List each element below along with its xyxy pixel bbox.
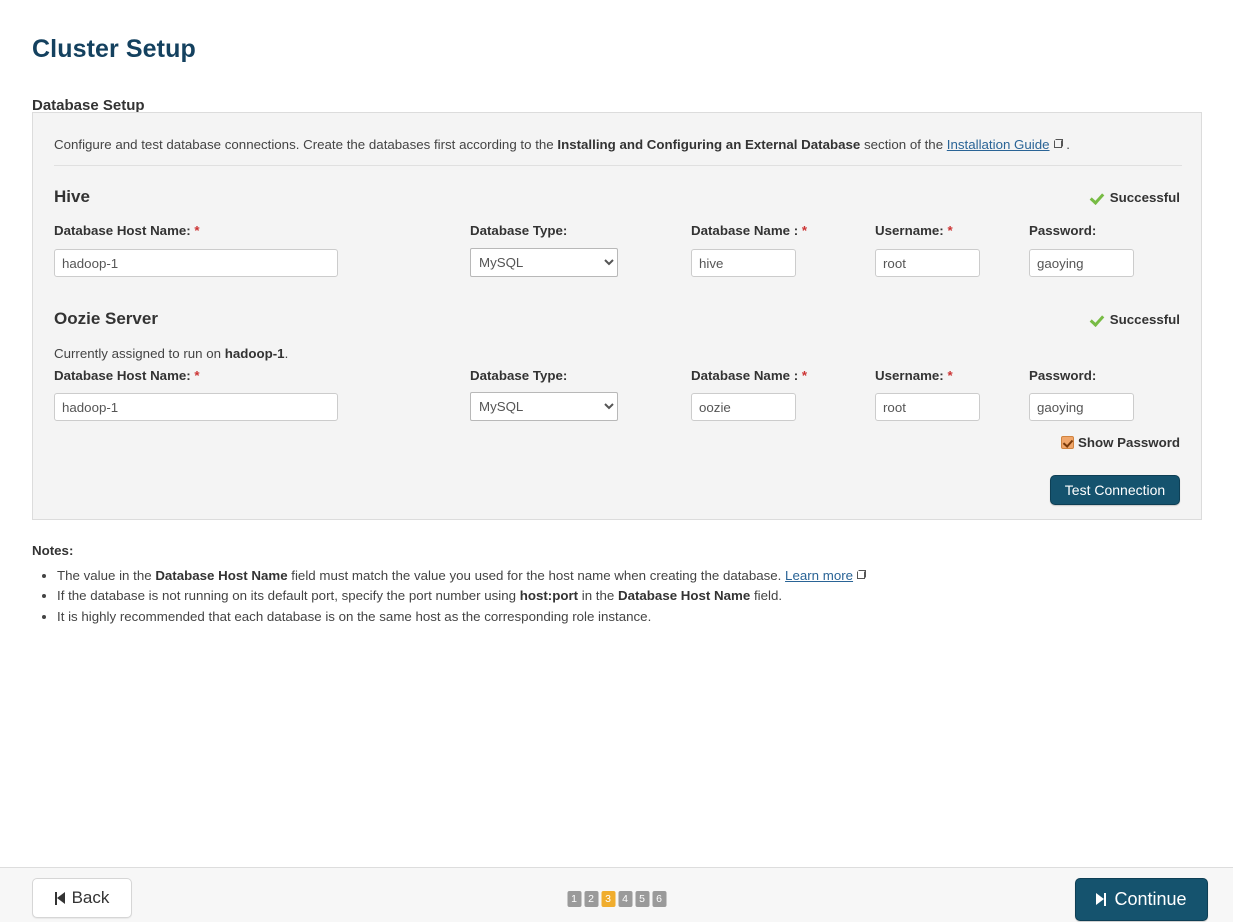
- label-dbname-oozie: Database Name : *: [691, 368, 807, 383]
- assigned-prefix: Currently assigned to run on: [54, 346, 225, 361]
- label-host-hive-text: Database Host Name:: [54, 223, 191, 238]
- service-name-hive: Hive: [54, 187, 90, 206]
- pager-step-4[interactable]: 4: [618, 891, 632, 907]
- continue-button[interactable]: Continue: [1075, 878, 1208, 921]
- label-dbname-hive-text: Database Name :: [691, 223, 799, 238]
- list-item: If the database is not running on its de…: [57, 586, 1132, 606]
- pager-step-5[interactable]: 5: [635, 891, 649, 907]
- username-input-hive[interactable]: [875, 249, 980, 277]
- green-check-icon: [1091, 312, 1105, 326]
- password-input-oozie[interactable]: [1029, 393, 1134, 421]
- assigned-suffix: .: [284, 346, 289, 361]
- list-item: It is highly recommended that each datab…: [57, 607, 1132, 627]
- service-name-oozie: Oozie Server: [54, 309, 158, 328]
- learn-more-link[interactable]: Learn more: [785, 568, 853, 583]
- required-marker: *: [194, 223, 200, 238]
- dbname-input-oozie[interactable]: [691, 393, 796, 421]
- status-label-hive: Successful: [1109, 190, 1180, 205]
- host-input-hive[interactable]: [54, 249, 338, 277]
- panel-divider: [54, 165, 1182, 166]
- label-host-oozie: Database Host Name: *: [54, 368, 200, 383]
- assigned-host-note: Currently assigned to run on hadoop-1.: [54, 346, 288, 361]
- back-button-label: Back: [71, 888, 110, 907]
- type-select-hive[interactable]: MySQL: [470, 248, 618, 277]
- note-1-a: The value in the: [57, 568, 156, 583]
- show-password-label: Show Password: [1078, 435, 1180, 450]
- note-2-b1: host:port: [519, 588, 579, 604]
- checkbox-checked-icon[interactable]: [1061, 436, 1075, 449]
- required-marker: *: [947, 223, 953, 238]
- pager-step-3[interactable]: 3: [601, 891, 615, 907]
- required-marker: *: [947, 368, 953, 383]
- label-type-hive: Database Type:: [470, 223, 568, 238]
- green-check-icon: [1091, 190, 1105, 204]
- label-username-oozie: Username: *: [875, 368, 953, 383]
- intro-text-middle: section of the: [860, 137, 947, 152]
- note-1-b1: Database Host Name: [155, 568, 288, 583]
- label-host-oozie-text: Database Host Name:: [54, 368, 191, 383]
- continue-button-label: Continue: [1114, 889, 1187, 909]
- assigned-host: hadoop-1: [224, 346, 285, 361]
- external-link-icon: [1053, 139, 1063, 148]
- required-marker: *: [801, 368, 808, 383]
- label-host-hive: Database Host Name: *: [54, 223, 200, 238]
- intro-text-before: Configure and test database connections.…: [54, 137, 558, 152]
- intro-bold-phrase: Installing and Configuring an External D…: [557, 137, 861, 152]
- label-type-oozie: Database Type:: [470, 368, 568, 383]
- external-link-icon: [857, 570, 867, 579]
- note-1-c: field must match the value you used for …: [287, 568, 786, 583]
- status-badge-oozie: Successful: [1091, 312, 1180, 327]
- skip-previous-icon: [54, 891, 65, 905]
- pager-step-1[interactable]: 1: [567, 891, 581, 907]
- label-password-oozie: Password:: [1029, 368, 1097, 383]
- status-badge-hive: Successful: [1091, 190, 1180, 205]
- note-3-a: It is highly recommended that each datab…: [57, 608, 652, 624]
- pager-step-2[interactable]: 2: [584, 891, 598, 907]
- wizard-step-pager: 1 2 3 4 5 6: [567, 891, 666, 907]
- show-password-toggle[interactable]: Show Password: [1061, 435, 1180, 450]
- label-dbname-oozie-text: Database Name :: [691, 368, 799, 383]
- required-marker: *: [801, 223, 808, 238]
- installation-guide-link[interactable]: Installation Guide: [947, 137, 1050, 152]
- status-label-oozie: Successful: [1109, 312, 1180, 327]
- note-2-a: If the database is not running on its de…: [57, 588, 520, 604]
- page-title: Cluster Setup: [32, 34, 196, 63]
- label-username-hive: Username: *: [875, 223, 953, 238]
- label-dbname-hive: Database Name : *: [691, 223, 807, 238]
- type-select-oozie[interactable]: MySQL: [470, 392, 618, 421]
- pager-step-6[interactable]: 6: [652, 891, 666, 907]
- footer-bar: Back 1 2 3 4 5 6 Continue: [0, 867, 1233, 922]
- panel-intro-text: Configure and test database connections.…: [54, 137, 1182, 153]
- test-connection-button[interactable]: Test Connection: [1050, 475, 1180, 505]
- password-input-hive[interactable]: [1029, 249, 1134, 277]
- note-2-b2: Database Host Name: [617, 588, 751, 604]
- dbname-input-hive[interactable]: [691, 249, 796, 277]
- username-input-oozie[interactable]: [875, 393, 980, 421]
- required-marker: *: [194, 368, 200, 383]
- list-item: The value in the Database Host Name fiel…: [57, 566, 1132, 586]
- intro-text-after: .: [1062, 137, 1070, 152]
- label-password-hive: Password:: [1029, 223, 1097, 238]
- database-setup-panel: Configure and test database connections.…: [32, 112, 1202, 520]
- note-2-d: field.: [750, 588, 783, 604]
- host-input-oozie[interactable]: [54, 393, 338, 421]
- label-username-hive-text: Username:: [875, 223, 944, 238]
- back-button[interactable]: Back: [32, 878, 132, 918]
- note-2-c: in the: [578, 588, 618, 604]
- notes-list: The value in the Database Host Name fiel…: [32, 566, 1132, 627]
- label-username-oozie-text: Username:: [875, 368, 944, 383]
- skip-next-icon: [1096, 893, 1107, 906]
- notes-title: Notes:: [32, 543, 74, 558]
